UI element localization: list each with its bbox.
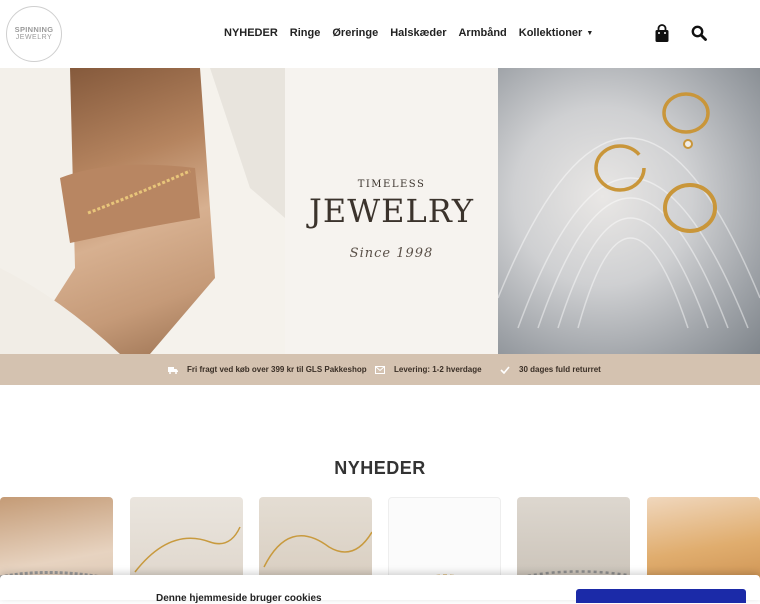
logo-line-1: SPINNING — [14, 25, 54, 34]
cookie-accept-button[interactable] — [576, 589, 746, 603]
nav-item-oreringe[interactable]: Øreringe — [332, 27, 378, 39]
usp-delivery-text: Levering: 1-2 hverdage — [394, 365, 482, 374]
envelope-icon — [375, 365, 385, 374]
nav-item-kollektioner-label: Kollektioner — [518, 27, 583, 39]
nav-item-ringe[interactable]: Ringe — [290, 27, 321, 39]
shopping-bag-icon[interactable] — [651, 22, 673, 44]
hero-since-script: Since 1998 — [349, 246, 434, 261]
site-logo[interactable]: SPINNING JEWELRY — [6, 6, 62, 62]
cookie-banner: Denne hjemmeside bruger cookies — [0, 575, 760, 604]
hero-subtitle: TIMELESS — [357, 179, 426, 190]
logo-line-2: JEWELRY — [15, 34, 53, 41]
usp-shipping-text: Fri fragt ved køb over 399 kr til GLS Pa… — [187, 365, 367, 374]
section-title-nyheder: NYHEDER — [334, 458, 426, 478]
hero-image-bracelet — [0, 68, 285, 354]
nav-item-halskaeder[interactable]: Halskæder — [390, 27, 446, 39]
hero-image-rings — [498, 68, 760, 354]
hero-banner[interactable]: TIMELESS JEWELRY Since 1998 — [0, 68, 760, 354]
checkmark-icon — [500, 365, 510, 374]
search-icon[interactable] — [688, 22, 710, 44]
main-nav: NYHEDER Ringe Øreringe Halskæder Armbånd… — [224, 27, 605, 39]
site-header: SPINNING JEWELRY NYHEDER Ringe Øreringe … — [0, 0, 760, 69]
usp-returns-text: 30 dages fuld returret — [519, 365, 601, 374]
nav-item-kollektioner[interactable]: Kollektioner ▼ — [519, 27, 594, 39]
hero-title-panel: TIMELESS JEWELRY Since 1998 — [285, 68, 498, 354]
caret-down-icon: ▼ — [586, 30, 594, 37]
truck-icon — [168, 366, 178, 374]
hero-title: JEWELRY — [309, 192, 474, 230]
cookie-text: Denne hjemmeside bruger cookies — [156, 593, 322, 604]
usp-shipping: Fri fragt ved køb over 399 kr til GLS Pa… — [168, 354, 367, 385]
usp-bar: Fri fragt ved køb over 399 kr til GLS Pa… — [0, 354, 760, 385]
nav-item-nyheder[interactable]: NYHEDER — [224, 27, 278, 39]
nav-item-armbaand[interactable]: Armbånd — [458, 27, 506, 39]
usp-delivery: Levering: 1-2 hverdage — [375, 354, 482, 385]
usp-returns: 30 dages fuld returret — [500, 354, 601, 385]
